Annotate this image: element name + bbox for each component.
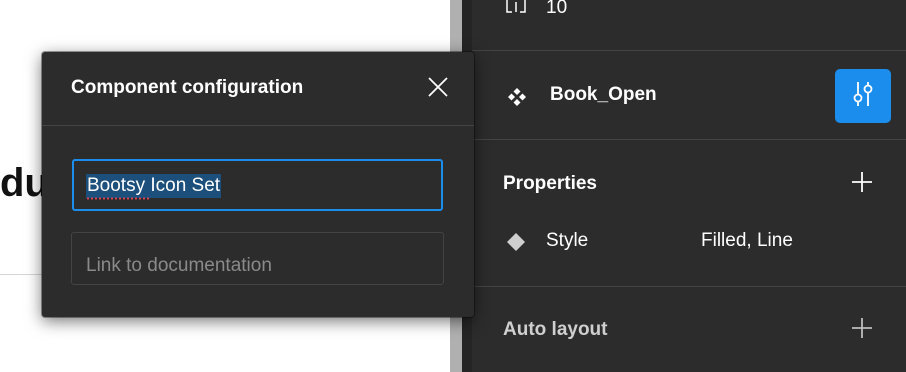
property-name: Style xyxy=(546,230,589,251)
panel-divider xyxy=(472,50,906,51)
spacing-gap-icon xyxy=(504,0,528,25)
panel-divider xyxy=(472,286,906,287)
component-set-name-input[interactable]: Bootsy Icon Set xyxy=(72,159,443,211)
spellcheck-underline xyxy=(86,197,150,200)
name-input-value: Bootsy Icon Set xyxy=(87,175,221,196)
add-auto-layout-button[interactable] xyxy=(847,315,877,345)
auto-layout-section-title: Auto layout xyxy=(503,319,608,340)
gap-value[interactable]: 10 xyxy=(546,0,567,19)
component-config-button[interactable] xyxy=(835,69,891,123)
plus-icon xyxy=(851,171,873,198)
close-icon xyxy=(427,76,449,103)
variant-property-icon xyxy=(506,232,526,257)
property-value[interactable]: Filled, Line xyxy=(701,230,793,252)
dialog-close-button[interactable] xyxy=(425,76,451,102)
properties-panel: 10 Book_Open Properties Style Filled, Li… xyxy=(462,0,906,372)
component-name: Book_Open xyxy=(550,84,657,105)
selected-text: Bootsy Icon Set xyxy=(86,174,222,200)
panel-divider xyxy=(472,139,906,140)
dialog-divider xyxy=(42,125,474,126)
documentation-link-input[interactable] xyxy=(71,232,444,285)
properties-section-title: Properties xyxy=(503,173,597,194)
plus-icon xyxy=(851,317,873,344)
component-icon xyxy=(507,87,527,112)
component-configuration-dialog: Component configuration Bootsy Icon Set xyxy=(42,52,474,317)
sliders-config-icon xyxy=(850,80,876,113)
add-property-button[interactable] xyxy=(847,169,877,199)
dialog-title: Component configuration xyxy=(71,77,304,98)
